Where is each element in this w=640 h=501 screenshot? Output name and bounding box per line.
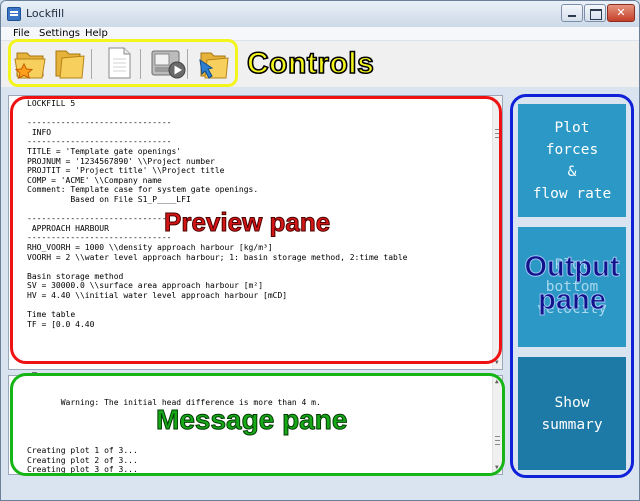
save-folder-arrow-icon [199, 52, 229, 79]
text-line: Time table [27, 310, 76, 320]
lockfill-app-icon [7, 7, 21, 21]
text-line [27, 205, 502, 215]
run-calculation-icon [151, 50, 186, 79]
text-line: Creating plot 2 of 3... [27, 455, 138, 465]
text-line [27, 408, 502, 418]
text-line: COMP = 'ACME' \\Company name [27, 175, 162, 185]
text-line: PROJTIT = 'Project title' \\Project titl… [27, 166, 225, 176]
text-line [27, 109, 502, 119]
main-window: Lockfill File Settings Help [0, 0, 640, 501]
text-line: RHO_VOORH = 1000 \\density approach harb… [27, 242, 273, 252]
title-bar[interactable]: Lockfill [1, 1, 639, 27]
splitter-grip-icon [32, 372, 37, 374]
menu-settings[interactable]: Settings [39, 27, 80, 40]
scroll-up-arrow-icon[interactable]: ▲ [495, 97, 499, 107]
maximize-button[interactable] [584, 4, 606, 22]
menu-bar: File Settings Help [1, 27, 639, 41]
save-project-button[interactable] [195, 45, 233, 81]
text-line: ------------------------------ [27, 214, 172, 224]
text-line: Creating plot 1 of 3... [27, 446, 138, 456]
message-pane[interactable]: Warning: The initial head difference is … [8, 375, 503, 475]
minimize-button[interactable] [561, 4, 583, 22]
show-summary-button[interactable]: Show summary [518, 357, 626, 470]
scroll-thumb-grip-icon[interactable] [495, 129, 500, 138]
text-line: APPROACH HARBOUR [27, 223, 109, 233]
open-project-button[interactable] [51, 45, 89, 81]
plot-bottom-velocity-button[interactable]: Plot bottom velocity [518, 227, 626, 347]
new-document-icon [108, 47, 131, 79]
text-line [27, 389, 502, 399]
scroll-down-arrow-icon[interactable]: ▼ [495, 358, 499, 368]
scroll-down-arrow-icon[interactable]: ▼ [495, 463, 499, 473]
text-line: Creating plot 3 of 3... [27, 465, 138, 475]
text-line [27, 427, 502, 437]
message-text: Warning: The initial head difference is … [27, 379, 502, 475]
preview-text: LOCKFILL 5 -----------------------------… [27, 99, 502, 329]
text-line [27, 300, 502, 310]
plot-forces-flow-rate-button[interactable]: Plot forces & flow rate [518, 104, 626, 217]
text-line: ------------------------------ [27, 118, 172, 128]
text-line [27, 417, 502, 427]
scroll-up-arrow-icon[interactable]: ▲ [495, 377, 499, 387]
toolbar-separator [187, 49, 188, 79]
new-project-folder-star-icon [14, 52, 46, 79]
text-line: TITLE = 'Template gate openings' [27, 146, 182, 156]
text-line [27, 262, 502, 272]
text-line: Based on File S1_P____LFI [27, 194, 191, 204]
text-line: HV = 4.40 \\initial water level approach… [27, 290, 288, 300]
text-line: INFO [27, 127, 52, 137]
preview-scrollbar[interactable]: ▲ ▼ [492, 96, 502, 369]
text-line [27, 379, 502, 389]
text-line: SV = 30000.0 \\surface area approach har… [27, 281, 264, 291]
content-area: LOCKFILL 5 -----------------------------… [1, 87, 639, 500]
toolbar-separator [140, 49, 141, 79]
text-line [27, 437, 502, 447]
message-scrollbar[interactable]: ▲ ▼ [492, 376, 502, 474]
text-line: ------------------------------ [27, 233, 172, 243]
open-folder-icon [55, 50, 85, 79]
text-line: ------------------------------ [27, 137, 172, 147]
toolbar [1, 41, 639, 87]
new-input-file-button[interactable] [100, 45, 138, 81]
toolbar-separator [91, 49, 92, 79]
menu-file[interactable]: File [13, 27, 30, 40]
preview-pane[interactable]: LOCKFILL 5 -----------------------------… [8, 95, 503, 370]
text-line: Basin storage method [27, 271, 124, 281]
new-project-button[interactable] [12, 45, 50, 81]
window-title: Lockfill [26, 7, 65, 20]
text-line: Warning: The initial head difference is … [27, 398, 321, 408]
text-line: TF = [0.0 4.40 [27, 319, 95, 329]
run-calculation-button[interactable] [149, 45, 187, 81]
text-line: LOCKFILL 5 [27, 99, 76, 108]
text-line: Comment: Template case for system gate o… [27, 185, 259, 195]
scroll-thumb-grip-icon[interactable] [495, 436, 500, 445]
text-line: PROJNUM = '1234567890' \\Project number [27, 156, 215, 166]
close-button[interactable] [607, 4, 635, 22]
menu-help[interactable]: Help [85, 27, 108, 40]
text-line: VOORH = 2 \\water level approach harbour… [27, 252, 408, 262]
